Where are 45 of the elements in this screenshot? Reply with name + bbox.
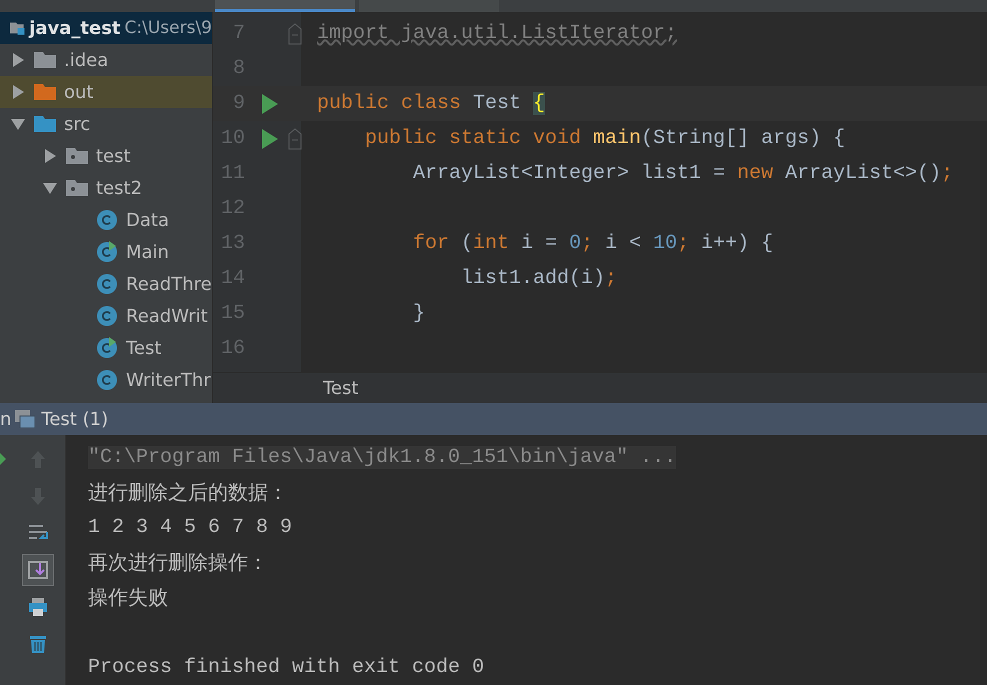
output-line: 1 2 3 4 5 6 7 8 9: [88, 516, 292, 539]
collapsed-arrow-icon[interactable]: [12, 85, 24, 99]
output-line: Process finished with exit code 0: [88, 656, 484, 679]
run-tab[interactable]: Test (1): [15, 408, 108, 430]
tree-item[interactable]: out: [0, 76, 212, 108]
collapsed-arrow-icon[interactable]: [12, 53, 24, 67]
code-line: ArrayList<Integer> list1 = new ArrayList<>();: [412, 162, 954, 185]
code-line: import java.util.ListIterator;: [317, 22, 678, 45]
package-icon: [66, 180, 88, 196]
run-icon[interactable]: [0, 453, 6, 465]
tree-item[interactable]: ReadThre: [0, 268, 212, 300]
toolbar-button[interactable]: [22, 554, 54, 586]
tree-item[interactable]: Test: [0, 332, 212, 364]
tree-item[interactable]: src: [0, 108, 212, 140]
fold-icon[interactable]: [288, 128, 302, 150]
tree-item[interactable]: test2: [0, 172, 212, 204]
console-window-icon: [15, 410, 36, 428]
output-line: 进行删除之后的数据：: [88, 481, 288, 506]
tree-item[interactable]: Data: [0, 204, 212, 236]
editor-tab[interactable]: [215, 0, 355, 12]
collapsed-arrow-icon[interactable]: [44, 149, 56, 163]
run-icon[interactable]: [262, 94, 278, 114]
project-name[interactable]: java_test: [29, 18, 121, 38]
tree-item[interactable]: Main: [0, 236, 212, 268]
run-icon[interactable]: [262, 128, 278, 148]
expanded-arrow-icon[interactable]: [43, 182, 57, 194]
package-icon: [66, 148, 88, 164]
panel-title: n: [0, 408, 12, 430]
fold-icon[interactable]: [288, 22, 302, 44]
tree-item[interactable]: test: [0, 140, 212, 172]
project-path: C:\Users\9: [124, 18, 212, 38]
code-line: }: [412, 302, 426, 325]
print-icon: [26, 596, 48, 618]
breadcrumb[interactable]: Test: [323, 378, 358, 399]
code-line: list1.add(i);: [460, 267, 618, 290]
tree-item[interactable]: WriterThr: [0, 364, 212, 396]
code-line: for (int i = 0; i < 10; i++) {: [412, 232, 774, 255]
output-line: 再次进行删除操作：: [88, 552, 268, 576]
code-line: public class Test {: [317, 92, 546, 115]
output-line: 操作失败: [88, 586, 168, 611]
code-line: public static void main(String[] args) {: [364, 127, 846, 150]
expanded-arrow-icon[interactable]: [11, 118, 25, 130]
tree-item[interactable]: ReadWrit: [0, 300, 212, 332]
scroll-to-end-icon: [26, 559, 48, 581]
tree-item[interactable]: .idea: [0, 44, 212, 76]
